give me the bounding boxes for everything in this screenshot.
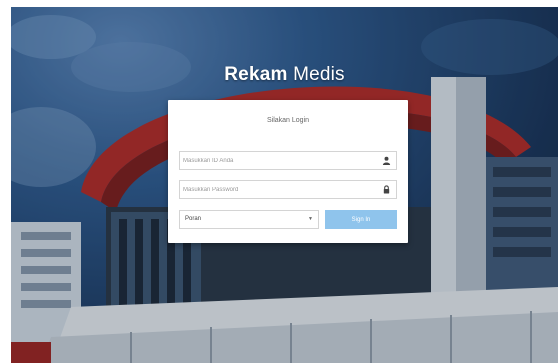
role-select-value: Poran bbox=[185, 216, 202, 222]
login-heading: Silakan Login bbox=[266, 117, 310, 124]
password-input[interactable] bbox=[183, 181, 373, 198]
sign-in-button[interactable]: Sign In bbox=[325, 210, 397, 229]
app-title-bold: Rekam bbox=[224, 64, 288, 85]
app-title: Rekam Medis bbox=[11, 64, 558, 86]
user-id-input[interactable] bbox=[183, 152, 373, 169]
user-id-field[interactable] bbox=[179, 151, 397, 170]
login-panel: Silakan Login Poran ▼ Sign In bbox=[168, 100, 408, 243]
user-icon bbox=[382, 156, 391, 165]
caret-down-icon: ▼ bbox=[308, 216, 313, 222]
password-field[interactable] bbox=[179, 180, 397, 199]
role-select[interactable]: Poran ▼ bbox=[179, 210, 319, 229]
lock-icon bbox=[383, 185, 390, 194]
background-photo: Rekam Medis Silakan Login Poran ▼ Sign I… bbox=[11, 7, 558, 363]
app-title-light: Medis bbox=[293, 64, 345, 85]
